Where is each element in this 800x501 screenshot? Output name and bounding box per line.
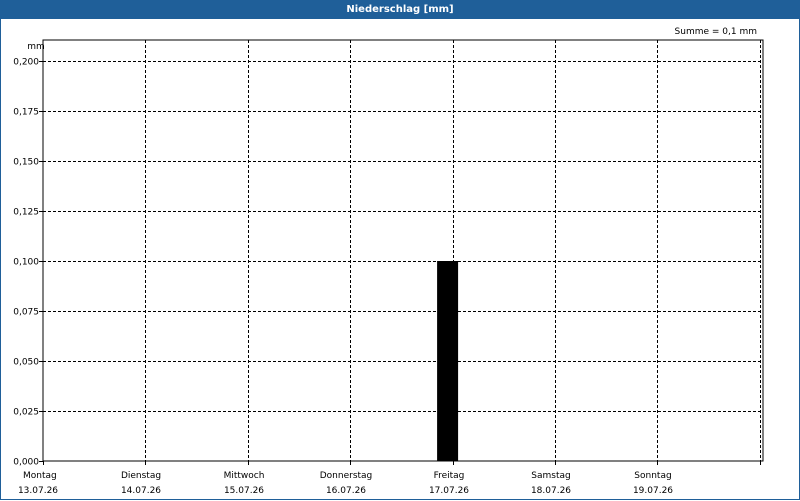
y-tick-label: 0,000 — [13, 458, 39, 468]
y-tick-label: 0,100 — [13, 258, 39, 268]
x-date-label: 18.07.26 — [531, 486, 571, 496]
y-tick-label: 0,125 — [13, 208, 39, 218]
x-date-label: 13.07.26 — [18, 486, 58, 496]
x-date-label: 15.07.26 — [224, 486, 264, 496]
y-tick-label: 0,050 — [13, 358, 39, 368]
plot-area — [42, 39, 764, 462]
x-day-label: Donnerstag — [320, 471, 373, 481]
y-tick-label: 0,025 — [13, 408, 39, 418]
x-day-label: Mittwoch — [224, 471, 265, 481]
precipitation-bar — [437, 261, 459, 461]
x-date-label: 14.07.26 — [121, 486, 161, 496]
x-day-label: Freitag — [434, 471, 465, 481]
x-date-label: 19.07.26 — [633, 486, 673, 496]
y-tick-label: 0,175 — [13, 108, 39, 118]
chart-window: Niederschlag [mm] Summe = 0,1 mm mm 0,00… — [0, 0, 800, 500]
y-tick-label: 0,200 — [13, 58, 39, 68]
x-day-label: Montag — [23, 471, 57, 481]
x-day-label: Dienstag — [121, 471, 161, 481]
precipitation-chart: mm 0,000 0,025 0,050 0,075 0,100 0,125 0,150 0,… — [13, 39, 764, 496]
x-date-label: 17.07.26 — [429, 486, 469, 496]
x-day-label: Sonntag — [634, 471, 671, 481]
y-tick-label: 0,075 — [13, 308, 39, 318]
x-day-label: Samstag — [531, 471, 570, 481]
y-tick-label: 0,150 — [13, 158, 39, 168]
y-axis-unit: mm — [27, 42, 45, 52]
x-date-label: 16.07.26 — [326, 486, 366, 496]
